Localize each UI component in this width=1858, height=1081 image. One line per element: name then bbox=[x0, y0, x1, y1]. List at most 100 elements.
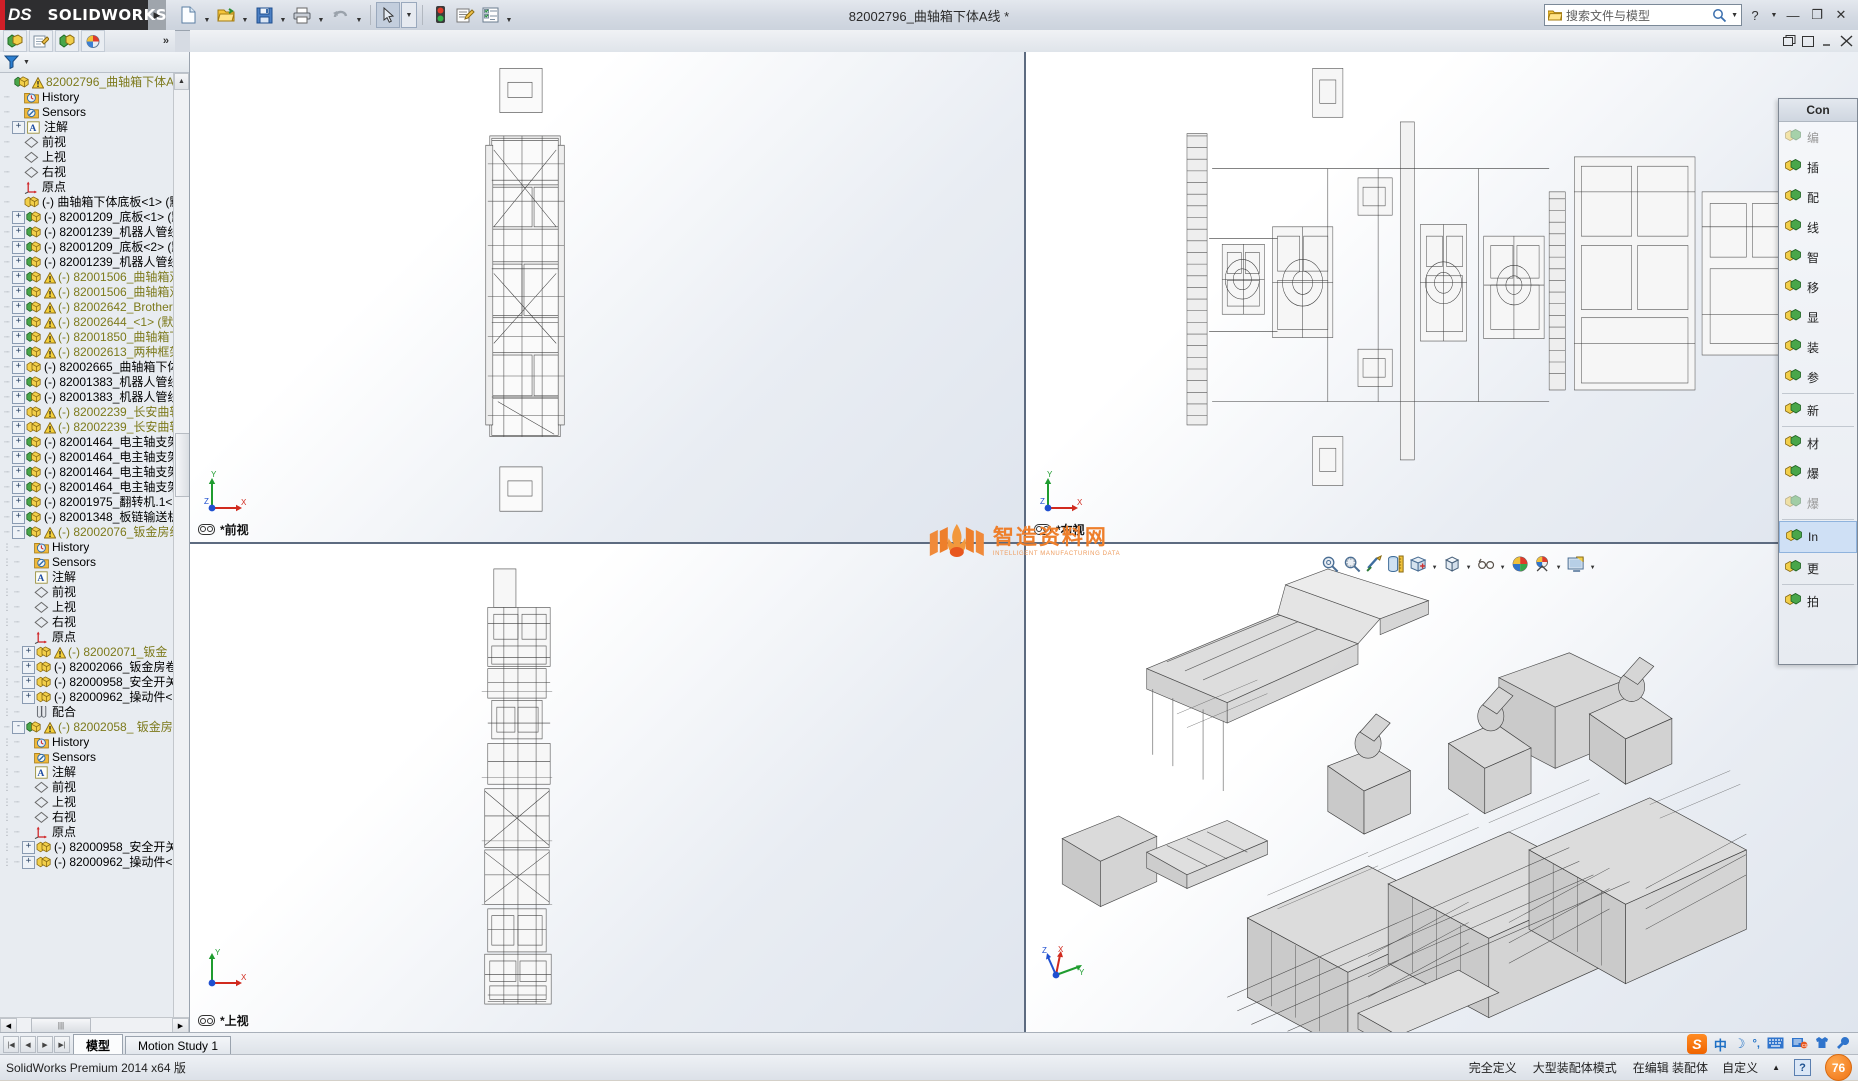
save-button[interactable] bbox=[252, 2, 276, 28]
zoom-to-area-button[interactable] bbox=[1342, 554, 1361, 573]
tree-item[interactable]: ⋮ ┈ + (-) 82002071_钣金 bbox=[2, 645, 189, 660]
context-menu-item[interactable]: In bbox=[1779, 521, 1857, 553]
tree-horizontal-scrollbar[interactable]: ◀ ||| ▶ bbox=[0, 1017, 189, 1033]
save-dropdown[interactable]: ▼ bbox=[277, 0, 289, 31]
tree-item[interactable]: ┈ + (-) 82002613_两种框架 bbox=[2, 345, 189, 360]
undo-button[interactable] bbox=[328, 2, 352, 28]
tree-hscroll-thumb[interactable]: ||| bbox=[31, 1018, 91, 1033]
tree-item[interactable]: ⋮ ┈ 右视 bbox=[2, 810, 189, 825]
context-menu-item[interactable]: 编 bbox=[1779, 122, 1857, 152]
sphere-color-icon[interactable] bbox=[1510, 554, 1529, 573]
tree-item[interactable]: ⋮ ┈ History bbox=[2, 735, 189, 750]
maximize-viewport-icon[interactable] bbox=[1800, 33, 1816, 49]
feature-tree[interactable]: 82002796_曲轴箱下体A线 ┈ History ┈ Sensors ┈ + A 注解 ┈ 前视… bbox=[0, 73, 189, 1017]
tree-item[interactable]: ┈ + (-) 82001383_机器人管线 bbox=[2, 375, 189, 390]
properties-dropdown[interactable]: ▼ bbox=[503, 0, 515, 31]
tree-item[interactable]: ⋮ ┈ 右视 bbox=[2, 615, 189, 630]
sogou-s-icon[interactable]: S bbox=[1686, 1034, 1707, 1054]
tab-model[interactable]: 模型 bbox=[73, 1034, 124, 1055]
assembly-context-menu[interactable]: Con 编插配线智移显装参新材爆爆 In 更拍 bbox=[1778, 98, 1858, 665]
cube-icon[interactable] bbox=[1442, 554, 1461, 573]
tree-item[interactable]: 82002796_曲轴箱下体A线 bbox=[2, 75, 189, 90]
context-menu-item[interactable]: 装 bbox=[1779, 332, 1857, 362]
open-document-button[interactable] bbox=[214, 2, 238, 28]
context-menu-item[interactable]: 更 bbox=[1779, 553, 1857, 583]
tree-filter-bar[interactable]: ▼ bbox=[0, 52, 189, 73]
tree-item[interactable]: ┈ + (-) 82001383_机器人管线 bbox=[2, 390, 189, 405]
tree-item[interactable]: ┈ + (-) 82001464_电主轴支架 bbox=[2, 480, 189, 495]
tree-item[interactable]: ┈ + (-) 82001209_底板<2> (默 bbox=[2, 240, 189, 255]
cube-dropdown[interactable]: ▼ bbox=[1464, 552, 1473, 576]
context-menu-item[interactable]: 爆 bbox=[1779, 488, 1857, 518]
viewport-right[interactable]: Y X Z *右视 bbox=[1026, 52, 1858, 542]
tree-expander[interactable]: + bbox=[12, 376, 25, 389]
tree-item[interactable]: ┈ 原点 bbox=[2, 180, 189, 195]
prev-tab-icon[interactable]: ◀ bbox=[20, 1036, 36, 1053]
tree-expander[interactable]: + bbox=[22, 676, 35, 689]
options-button[interactable] bbox=[453, 2, 477, 28]
tree-filter-dropdown[interactable]: ▼ bbox=[23, 59, 30, 66]
tree-expander[interactable]: + bbox=[12, 121, 25, 134]
context-menu-item[interactable]: 爆 bbox=[1779, 458, 1857, 488]
tree-expander[interactable]: + bbox=[12, 436, 25, 449]
first-tab-icon[interactable]: |◀ bbox=[3, 1036, 19, 1053]
properties-button[interactable] bbox=[478, 2, 502, 28]
tree-item[interactable]: ┈ + A 注解 bbox=[2, 120, 189, 135]
context-menu-item[interactable]: 智 bbox=[1779, 242, 1857, 272]
tree-item[interactable]: ⋮ ┈ History bbox=[2, 540, 189, 555]
tree-item[interactable]: ┈ 上视 bbox=[2, 150, 189, 165]
tree-item[interactable]: ┈ + (-) 82002239_长安曲轴 bbox=[2, 420, 189, 435]
search-input[interactable]: 搜索文件与模型 ▼ bbox=[1544, 4, 1742, 26]
select-dropdown[interactable]: ▼ bbox=[401, 2, 417, 28]
minimize-icon[interactable]: — bbox=[1782, 5, 1804, 25]
tree-expander[interactable]: + bbox=[12, 286, 25, 299]
context-menu-item[interactable]: 材 bbox=[1779, 428, 1857, 458]
new-document-button[interactable] bbox=[176, 2, 200, 28]
section-view-button[interactable] bbox=[1364, 554, 1383, 573]
tree-item[interactable]: ┈ (-) 曲轴箱下体底板<1> (默 bbox=[2, 195, 189, 210]
tree-scroll-left-button[interactable]: ◀ bbox=[0, 1018, 17, 1033]
context-menu-item[interactable]: 显 bbox=[1779, 302, 1857, 332]
tree-expander[interactable]: + bbox=[12, 346, 25, 359]
status-custom-label[interactable]: 自定义 bbox=[1722, 1059, 1758, 1076]
monitor-render-dropdown[interactable]: ▼ bbox=[1588, 552, 1597, 576]
tree-expander[interactable]: + bbox=[12, 481, 25, 494]
viewport-horizontal-divider[interactable] bbox=[190, 541, 1858, 544]
view-box-icon[interactable] bbox=[1408, 554, 1427, 573]
tree-expander[interactable]: + bbox=[12, 211, 25, 224]
context-menu-item[interactable]: 线 bbox=[1779, 212, 1857, 242]
tree-scroll-up-button[interactable]: ▲ bbox=[174, 73, 189, 90]
close-icon[interactable]: ✕ bbox=[1830, 5, 1852, 25]
context-menu-item[interactable]: 参 bbox=[1779, 362, 1857, 392]
rebuild-button[interactable] bbox=[428, 2, 452, 28]
monitor-render-icon[interactable] bbox=[1566, 554, 1585, 573]
tree-expander[interactable]: + bbox=[12, 466, 25, 479]
tree-expander[interactable]: - bbox=[12, 526, 25, 539]
print-button[interactable] bbox=[290, 2, 314, 28]
help-dropdown-icon[interactable]: ▼ bbox=[1768, 5, 1780, 25]
skin-icon[interactable] bbox=[1815, 1036, 1829, 1052]
tree-item[interactable]: ⋮ ┈ A 注解 bbox=[2, 765, 189, 780]
tree-item[interactable]: ┈ + (-) 82002665_曲轴箱下体 bbox=[2, 360, 189, 375]
tree-expander[interactable]: + bbox=[22, 856, 35, 869]
restore-viewport-icon[interactable] bbox=[1781, 33, 1797, 49]
restore-icon[interactable]: ❐ bbox=[1806, 5, 1828, 25]
tree-item[interactable]: ┈ - (-) 82002058_ 钣金房组 bbox=[2, 720, 189, 735]
minimize-viewport-icon[interactable] bbox=[1819, 33, 1835, 49]
tree-expander[interactable]: + bbox=[12, 511, 25, 524]
glasses-dropdown[interactable]: ▼ bbox=[1498, 552, 1507, 576]
tree-expander[interactable]: + bbox=[12, 451, 25, 464]
tree-item[interactable]: ┈ + (-) 82002239_长安曲轴 bbox=[2, 405, 189, 420]
tree-expander[interactable]: + bbox=[12, 316, 25, 329]
tree-item[interactable]: ┈ + (-) 82001464_电主轴支架 bbox=[2, 450, 189, 465]
tree-expander[interactable]: + bbox=[12, 496, 25, 509]
tree-item[interactable]: ⋮ ┈ 原点 bbox=[2, 630, 189, 645]
tree-expander[interactable]: - bbox=[12, 721, 25, 734]
tree-item[interactable]: ⋮ ┈ 上视 bbox=[2, 600, 189, 615]
tree-item[interactable]: ┈ + (-) 82001209_底板<1> (默 bbox=[2, 210, 189, 225]
sphere-stand-dropdown[interactable]: ▼ bbox=[1554, 552, 1563, 576]
tree-expander[interactable]: + bbox=[12, 361, 25, 374]
zoom-to-fit-button[interactable] bbox=[1320, 554, 1339, 573]
viewport-front[interactable]: Y X Z *前视 bbox=[190, 52, 1024, 542]
ime-language-label[interactable]: 中 bbox=[1714, 1035, 1727, 1054]
